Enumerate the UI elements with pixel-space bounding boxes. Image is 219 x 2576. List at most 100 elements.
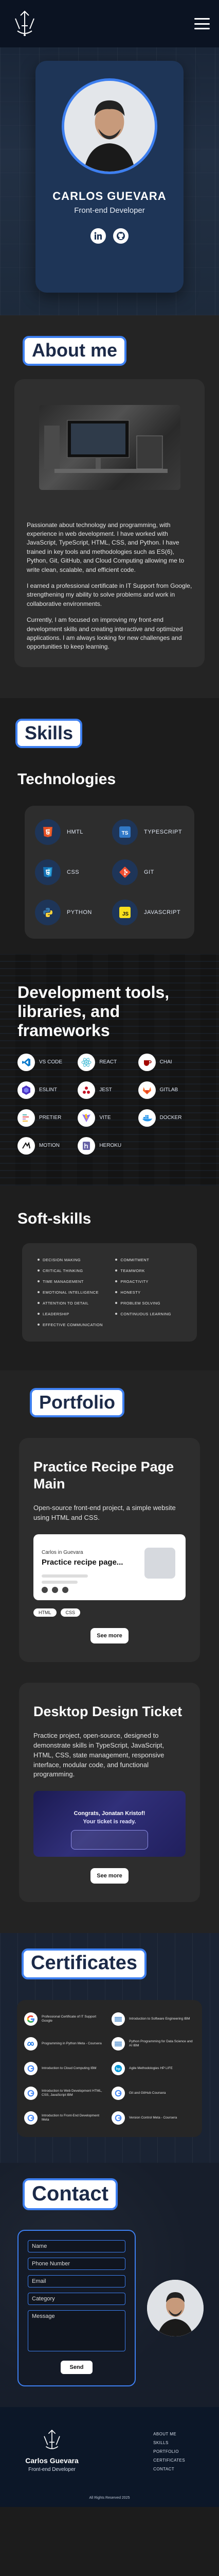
- footer-link-skills[interactable]: SKILLS: [153, 2441, 185, 2445]
- certificate-text: Python Programming for Data Science and …: [129, 2039, 193, 2048]
- svg-text:JS: JS: [122, 911, 129, 917]
- about-paragraph: Passionate about technology and programm…: [27, 521, 185, 573]
- certificate-text: Introduction to Web Development HTML, CS…: [42, 2089, 102, 2097]
- tool-item: HEROKU: [78, 1137, 138, 1155]
- project-title: Practice Recipe Page Main: [33, 1459, 174, 1492]
- soft-skill-item: CONTINUOUS LEARNING: [115, 1312, 181, 1316]
- certificate-item[interactable]: Introduction to Web Development HTML, CS…: [24, 2087, 107, 2100]
- soft-skill-item: TIME MANAGEMENT: [38, 1279, 110, 1284]
- footer-name: Carlos Guevara: [25, 2456, 79, 2465]
- tech-label: TYPESCRIPT: [144, 829, 182, 836]
- project-screenshot[interactable]: Carlos in Guevara Practice recipe page..…: [33, 1534, 186, 1600]
- site-footer: Carlos Guevara Front-end Developer ABOUT…: [0, 2407, 219, 2507]
- see-more-button[interactable]: See more: [90, 1868, 129, 1884]
- name-field[interactable]: [28, 2240, 125, 2253]
- skills-title: Skills: [15, 718, 83, 749]
- tech-label: CSS: [67, 869, 80, 876]
- category-field[interactable]: [28, 2293, 125, 2306]
- footer-link-certificates[interactable]: CERTIFICATES: [153, 2458, 185, 2463]
- footer-link-contact[interactable]: CONTACT: [153, 2467, 185, 2471]
- send-button[interactable]: Send: [61, 2361, 93, 2375]
- shot-subheading: Your ticket is ready.: [83, 1819, 136, 1825]
- tool-label: MOTION: [39, 1143, 60, 1149]
- tech-label: HMTL: [67, 829, 83, 836]
- google-icon: [112, 2111, 125, 2125]
- google-icon: [24, 2111, 38, 2125]
- hamburger-menu-icon[interactable]: [194, 18, 210, 29]
- footer-link-portfolio[interactable]: PORTFOLIO: [153, 2449, 185, 2454]
- heroku-icon: [78, 1137, 96, 1155]
- tech-item: JS JAVASCRIPT: [112, 900, 184, 926]
- svg-text:hp: hp: [116, 2067, 121, 2071]
- soft-skill-item: EMOTIONAL INTELLIGENCE: [38, 1290, 110, 1295]
- footer-link-about[interactable]: ABOUT ME: [153, 2432, 185, 2436]
- soft-skill-item: COMMITMENT: [115, 1258, 181, 1262]
- certificate-text: Introduction to Software Engineering IBM: [129, 2016, 190, 2021]
- portfolio-page: CARLOS GUEVARA Front-end Developer About…: [0, 0, 219, 2507]
- sword-crown-logo-icon[interactable]: [9, 8, 40, 39]
- portfolio-title: Portfolio: [30, 1387, 124, 1418]
- vscode-icon: [17, 1053, 35, 1071]
- certificate-item[interactable]: hp Agile Methodologies HP LIFE: [112, 2062, 195, 2076]
- see-more-button[interactable]: See more: [90, 1628, 129, 1643]
- tool-label: VS CODE: [39, 1059, 63, 1065]
- tech-tag: CSS: [60, 1608, 81, 1617]
- project-description: Practice project, open-source, designed …: [33, 1732, 165, 1778]
- typescript-icon: TS: [112, 819, 138, 845]
- linkedin-icon[interactable]: [90, 228, 106, 244]
- certificate-item[interactable]: Version Control Meta - Coursera: [112, 2111, 195, 2125]
- hero-section: CARLOS GUEVARA Front-end Developer: [0, 47, 219, 315]
- svg-text:TS: TS: [122, 831, 129, 836]
- tool-item: VITE: [78, 1109, 138, 1127]
- soft-skill-item: EFFECTIVE COMMUNICATION: [38, 1323, 110, 1327]
- tech-item: CSS: [35, 859, 107, 886]
- hero-name: CARLOS GUEVARA: [52, 190, 167, 202]
- certificate-item[interactable]: Git and GitHub Coursera: [112, 2087, 195, 2100]
- certificate-item[interactable]: Introduction to Front-End Development Me…: [24, 2111, 107, 2125]
- shot-heading: Carlos in Guevara: [42, 1549, 83, 1555]
- tool-label: HEROKU: [99, 1143, 122, 1149]
- about-title: About me: [23, 336, 126, 366]
- shot-social-icons: [42, 1586, 68, 1593]
- certificate-item[interactable]: Python Programming for Data Science and …: [112, 2037, 195, 2051]
- tech-item: HMTL: [35, 819, 107, 845]
- copyright: All Rights Reserved 2025: [89, 2496, 130, 2500]
- portfolio-section: Portfolio Practice Recipe Page Main Open…: [0, 1370, 219, 1934]
- shot-dot-icon: [42, 1586, 48, 1593]
- tech-label: PYTHON: [67, 909, 92, 916]
- tool-label: GITLAB: [159, 1087, 178, 1093]
- hero-role: Front-end Developer: [74, 206, 145, 215]
- phone-field[interactable]: [28, 2258, 125, 2270]
- email-field[interactable]: [28, 2275, 125, 2288]
- motion-icon: [17, 1137, 35, 1155]
- certificate-text: Programming in Python Meta - Coursera: [42, 2041, 102, 2045]
- contact-form: Send: [17, 2230, 136, 2387]
- about-paragraph: Currently, I am focused on improving my …: [27, 616, 183, 651]
- sword-crown-logo-icon[interactable]: [39, 2428, 65, 2453]
- vite-icon: [78, 1109, 96, 1127]
- tech-label: GIT: [144, 869, 154, 876]
- message-field[interactable]: [28, 2310, 125, 2352]
- shot-subheading: Practice recipe page...: [42, 1557, 123, 1567]
- footer-nav: ABOUT ME SKILLS PORTFOLIO CERTIFICATES C…: [153, 2432, 185, 2476]
- shot-heading: Congrats, Jonatan Kristof!: [74, 1810, 145, 1817]
- tool-label: VITE: [99, 1115, 111, 1121]
- shot-dot-icon: [52, 1586, 58, 1593]
- certificate-item[interactable]: Introduction to Software Engineering IBM: [112, 2012, 195, 2026]
- soft-skill-item: PROACTIVITY: [115, 1279, 181, 1284]
- certificate-item[interactable]: Professional Certificate of IT Support G…: [24, 2012, 107, 2026]
- project-tags: HTML CSS: [33, 1608, 186, 1617]
- project-screenshot[interactable]: Congrats, Jonatan Kristof! Your ticket i…: [33, 1791, 186, 1857]
- tools-grid: VS CODE REACT CHAI ESLINT JEST GITLAB PR…: [17, 1053, 198, 1155]
- skills-section: Skills Technologies HMTL TS TYPESCRIPT C…: [0, 698, 219, 955]
- certificate-item[interactable]: Programming in Python Meta - Coursera: [24, 2037, 107, 2051]
- shot-dot-icon: [62, 1586, 68, 1593]
- soft-skill-item: DECISION MAKING: [38, 1258, 110, 1262]
- project-card: Practice Recipe Page Main Open-source fr…: [19, 1438, 200, 1662]
- soft-skill-item: ATTENTION TO DETAIL: [38, 1301, 110, 1306]
- about-paragraph: I earned a professional certificate in I…: [27, 582, 192, 607]
- tech-tag: HTML: [33, 1608, 57, 1617]
- certificate-item[interactable]: Introduction to Cloud Computing IBM: [24, 2062, 107, 2076]
- css3-icon: [35, 859, 61, 886]
- github-icon[interactable]: [113, 228, 129, 244]
